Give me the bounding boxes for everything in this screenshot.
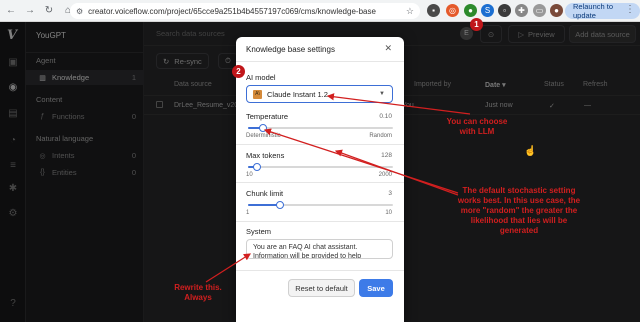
knowledge-base-settings-modal: Knowledge base settings ✕ AI model A\ Cl… xyxy=(236,37,404,322)
temperature-slider[interactable] xyxy=(248,127,393,129)
chunk-limit-slider[interactable] xyxy=(248,204,393,206)
max-tokens-max-label: 2000 xyxy=(378,172,392,178)
save-button[interactable]: Save xyxy=(359,279,393,297)
ai-model-label: AI model xyxy=(246,73,276,82)
temperature-value: 0.10 xyxy=(379,113,392,120)
profile-avatar[interactable]: ● xyxy=(550,4,563,17)
bookmark-star-icon[interactable]: ☆ xyxy=(406,6,414,17)
chunk-limit-slider-handle[interactable] xyxy=(275,201,284,209)
max-tokens-slider[interactable] xyxy=(248,166,393,168)
annotation-note-llm: You can choose with LLM xyxy=(446,117,508,136)
chevron-down-icon: ▼ xyxy=(379,91,385,97)
extension-icon[interactable]: ● xyxy=(464,4,477,17)
annotation-badge: 2 xyxy=(232,65,245,78)
system-prompt-textarea[interactable]: You are an FAQ AI chat assistant. Inform… xyxy=(246,239,393,259)
annotation-note-stochastic: The default stochastic setting works bes… xyxy=(457,186,581,235)
sidepanel-icon[interactable]: ▭ xyxy=(533,4,546,17)
max-tokens-min-label: 10 xyxy=(246,172,253,178)
divider xyxy=(236,221,404,222)
extensions-puzzle-icon[interactable]: ✚ xyxy=(515,4,528,17)
ai-model-select[interactable]: A\ Claude Instant 1.2 ▼ xyxy=(246,85,393,103)
chunk-limit-min-label: 1 xyxy=(246,210,250,216)
annotation-note-rewrite: Rewrite this. Always xyxy=(174,283,222,302)
max-tokens-slider-handle[interactable] xyxy=(252,163,261,171)
max-tokens-label: Max tokens xyxy=(246,151,285,160)
url-text: creator.voiceflow.com/project/65cce9a251… xyxy=(88,6,376,16)
divider xyxy=(236,182,404,183)
extension-icon[interactable]: S xyxy=(481,4,494,17)
reset-to-default-button[interactable]: Reset to default xyxy=(288,279,355,297)
back-icon[interactable]: ← xyxy=(3,3,19,19)
chunk-limit-value: 3 xyxy=(388,190,392,197)
extension-icon[interactable]: ▪ xyxy=(427,4,440,17)
system-label: System xyxy=(246,227,272,236)
chunk-limit-label: Chunk limit xyxy=(246,189,284,198)
temperature-max-label: Random xyxy=(369,133,392,139)
temperature-min-label: Deterministic xyxy=(246,133,281,139)
temperature-slider-handle[interactable] xyxy=(258,124,267,132)
divider xyxy=(236,61,404,62)
close-icon[interactable]: ✕ xyxy=(384,43,392,54)
anthropic-icon: A\ xyxy=(253,89,262,99)
browser-toolbar: ← → ↻ ⌂ ⚙ creator.voiceflow.com/project/… xyxy=(0,0,640,22)
mouse-cursor-icon: ☝ xyxy=(524,146,537,157)
forward-icon[interactable]: → xyxy=(22,3,38,19)
address-bar[interactable]: ⚙ creator.voiceflow.com/project/65cce9a2… xyxy=(70,3,420,19)
ai-model-value: Claude Instant 1.2 xyxy=(267,89,328,99)
extension-icon[interactable]: ◎ xyxy=(446,4,459,17)
site-info-icon[interactable]: ⚙ xyxy=(76,7,83,16)
temperature-label: Temperature xyxy=(246,112,289,121)
annotation-badge: 1 xyxy=(470,18,483,31)
divider xyxy=(236,270,404,271)
browser-menu-icon[interactable]: ⋮ xyxy=(625,4,635,15)
modal-title: Knowledge base settings xyxy=(246,45,335,54)
max-tokens-value: 128 xyxy=(381,152,392,159)
chunk-limit-max-label: 10 xyxy=(385,210,392,216)
reload-icon[interactable]: ↻ xyxy=(41,3,57,19)
extension-icon[interactable]: ▫ xyxy=(498,4,511,17)
divider xyxy=(236,144,404,145)
